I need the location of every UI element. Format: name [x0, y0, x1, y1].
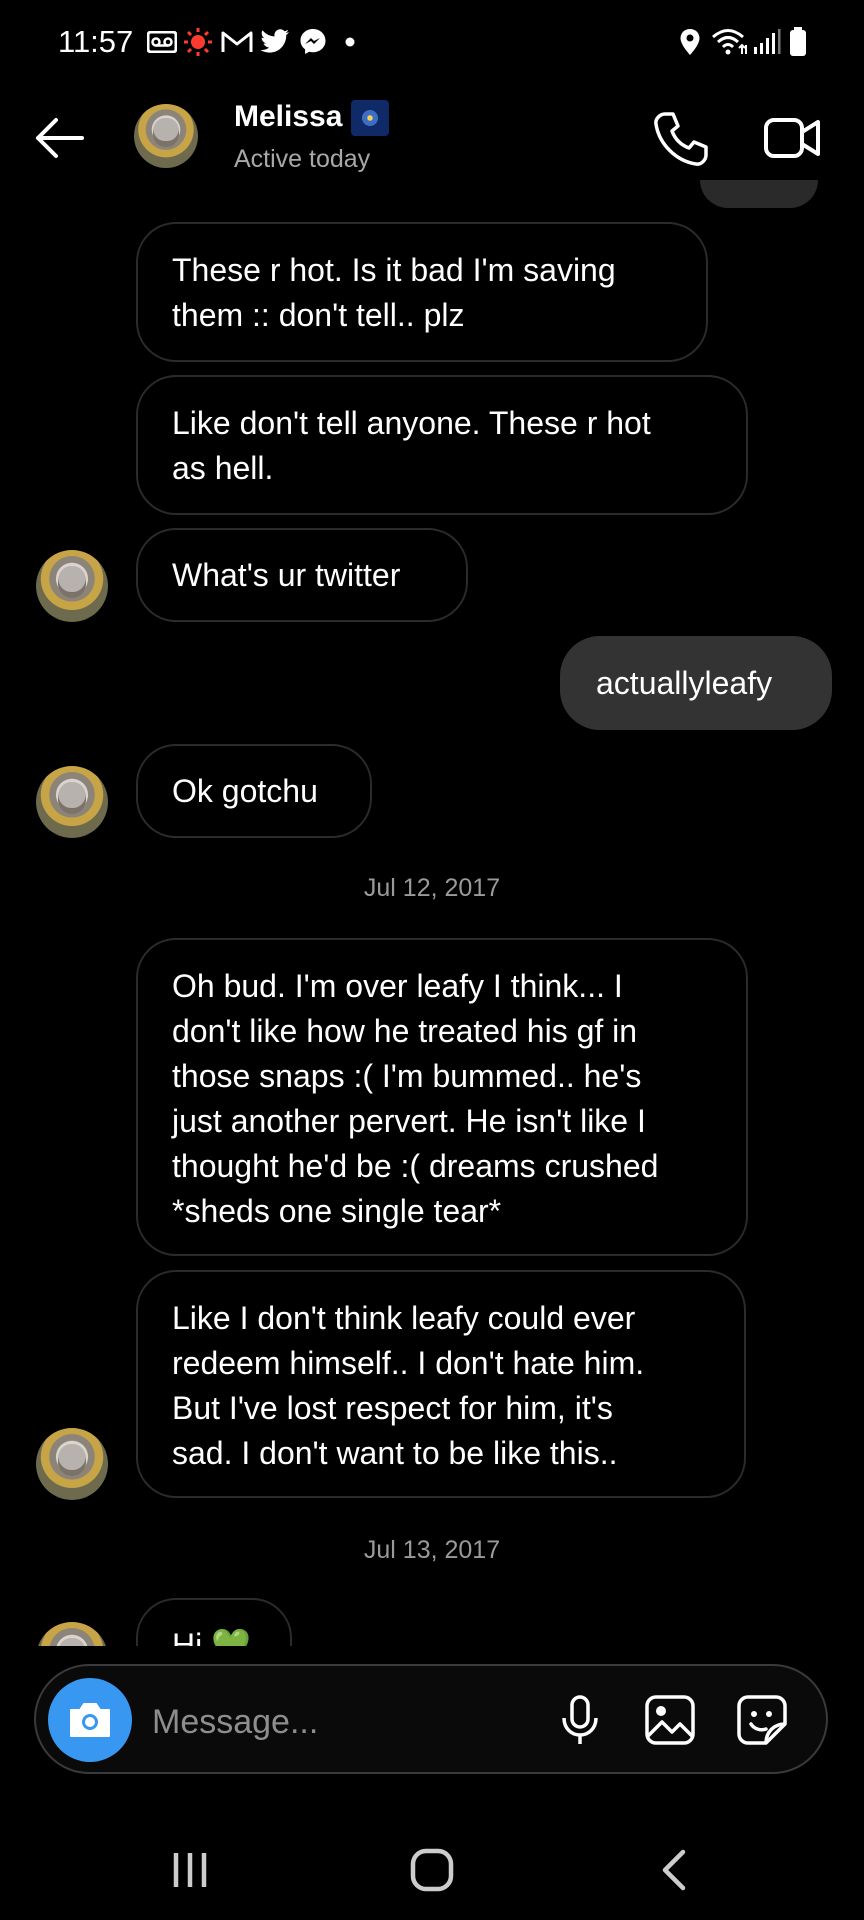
- message-text: Like I don't think leafy could ever rede…: [172, 1300, 645, 1471]
- clipped-message-area: Hi 💚: [0, 1580, 864, 1646]
- sticker-icon: [737, 1695, 787, 1745]
- camera-icon: [70, 1703, 110, 1737]
- message-text: Hi 💚: [172, 1627, 251, 1646]
- record-icon: [182, 26, 214, 58]
- voicemail-icon: [146, 26, 178, 58]
- message-bubble-received[interactable]: Hi 💚: [136, 1598, 292, 1646]
- message-bubble-received[interactable]: These r hot. Is it bad I'm saving them :…: [136, 222, 708, 362]
- night-sky-emoji-icon: [351, 100, 389, 136]
- dot-icon: [340, 26, 360, 58]
- messenger-icon: [296, 26, 330, 58]
- battery-icon: [786, 26, 810, 58]
- status-time: 11:57: [58, 24, 134, 59]
- signal-icon: [752, 26, 782, 58]
- message-text: Oh bud. I'm over leafy I think... I don'…: [172, 968, 659, 1229]
- sender-avatar[interactable]: [36, 1428, 108, 1500]
- microphone-button[interactable]: [552, 1692, 608, 1748]
- camera-button[interactable]: [48, 1678, 132, 1762]
- contact-status: Active today: [234, 145, 371, 173]
- message-text: Like don't tell anyone. These r hot as h…: [172, 405, 651, 486]
- audio-call-button[interactable]: [650, 108, 712, 170]
- sender-avatar[interactable]: [36, 766, 108, 838]
- home-icon: [410, 1848, 454, 1892]
- location-icon: [676, 26, 704, 58]
- message-bubble-received[interactable]: Oh bud. I'm over leafy I think... I don'…: [136, 938, 748, 1256]
- sender-avatar[interactable]: [36, 550, 108, 622]
- recents-icon: [173, 1853, 207, 1887]
- image-icon: [645, 1695, 695, 1745]
- message-input[interactable]: [150, 1690, 534, 1754]
- message-bubble-received[interactable]: Like don't tell anyone. These r hot as h…: [136, 375, 748, 515]
- message-text: Ok gotchu: [172, 773, 318, 809]
- recents-button[interactable]: [150, 1840, 230, 1900]
- message-bubble-received[interactable]: Ok gotchu: [136, 744, 372, 838]
- gmail-icon: [220, 26, 254, 58]
- sticker-button[interactable]: [734, 1692, 790, 1748]
- arrow-left-icon: [36, 118, 84, 158]
- nav-back-icon: [662, 1849, 686, 1891]
- gallery-button[interactable]: [642, 1692, 698, 1748]
- contact-avatar[interactable]: [134, 104, 198, 168]
- message-bubble-received[interactable]: Like I don't think leafy could ever rede…: [136, 1270, 746, 1498]
- date-separator: Jul 13, 2017: [363, 1536, 501, 1564]
- microphone-icon: [562, 1695, 598, 1744]
- nav-back-button[interactable]: [634, 1840, 714, 1900]
- clipped-previous-bubble: [700, 180, 818, 208]
- twitter-icon: [258, 26, 292, 58]
- message-text: What's ur twitter: [172, 557, 401, 593]
- message-text: actuallyleafy: [596, 665, 773, 701]
- video-call-button[interactable]: [762, 108, 822, 168]
- message-text: These r hot. Is it bad I'm saving them :…: [172, 252, 616, 333]
- sender-avatar[interactable]: [36, 1622, 108, 1646]
- back-button[interactable]: [30, 108, 96, 168]
- date-separator: Jul 12, 2017: [363, 874, 501, 902]
- message-bubble-received[interactable]: What's ur twitter: [136, 528, 468, 622]
- video-camera-icon: [764, 118, 820, 158]
- contact-name[interactable]: Melissa: [234, 100, 342, 134]
- home-button[interactable]: [392, 1840, 472, 1900]
- phone-icon: [654, 112, 708, 166]
- wifi-icon: [710, 26, 750, 58]
- message-bubble-sent[interactable]: actuallyleafy: [560, 636, 832, 730]
